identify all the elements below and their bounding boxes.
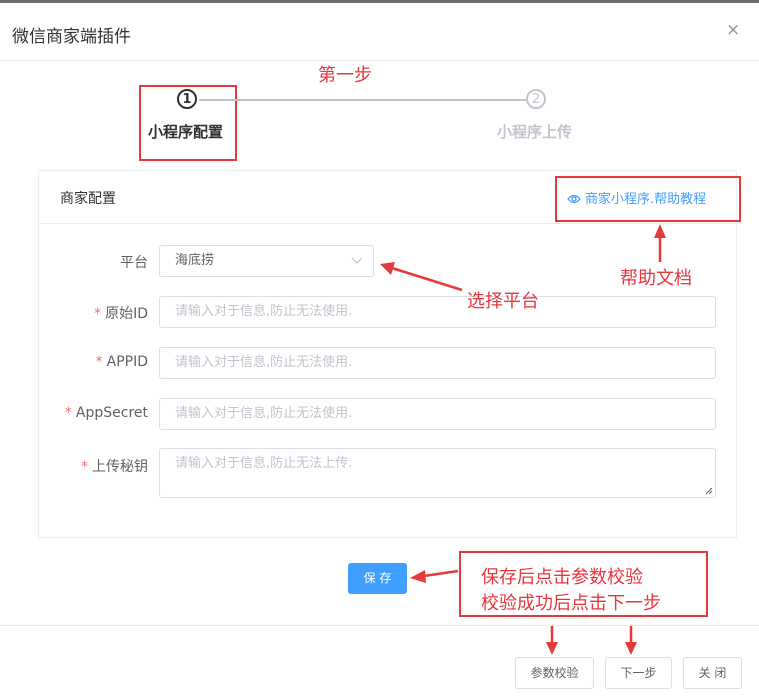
next-button[interactable]: 下一步 [605, 657, 672, 689]
footer-divider [0, 625, 759, 626]
verify-button[interactable]: 参数校验 [515, 657, 594, 689]
annotation-arrows [380, 224, 666, 655]
save-arrow [423, 569, 459, 578]
close-button[interactable]: 关 闭 [683, 657, 742, 689]
platform-arrow [391, 266, 463, 292]
